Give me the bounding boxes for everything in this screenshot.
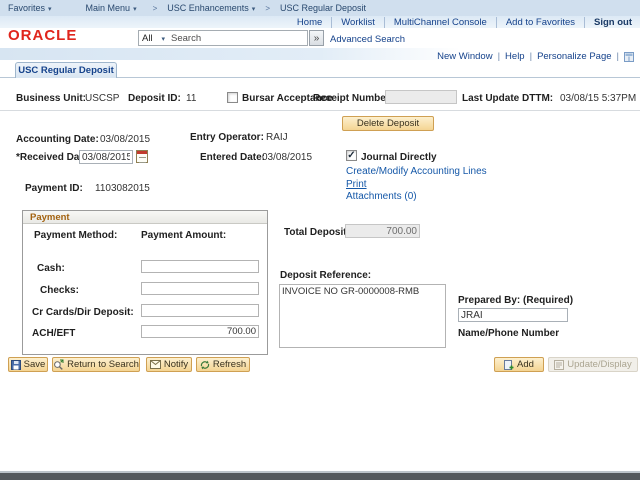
tab-usc-regular-deposit[interactable]: USC Regular Deposit — [15, 62, 117, 78]
delete-deposit-label: Delete Deposit — [356, 118, 420, 129]
deposit-id-value: 11 — [186, 93, 197, 104]
search-go-button[interactable] — [309, 30, 324, 46]
checks-label: Checks: — [40, 285, 79, 296]
name-phone-number-label: Name/Phone Number — [458, 328, 560, 339]
bottom-bar — [0, 473, 640, 480]
refresh-label: Refresh — [212, 359, 247, 370]
delete-deposit-button[interactable]: Delete Deposit — [342, 116, 434, 131]
payment-id-label: Payment ID: — [25, 183, 83, 194]
total-deposit-input — [345, 224, 420, 238]
breadcrumb-separator-icon — [153, 3, 158, 13]
bursar-acceptance-checkbox[interactable] — [227, 92, 238, 103]
chevron-down-icon — [249, 3, 256, 13]
notify-icon — [149, 360, 161, 369]
accounting-date-value: 03/08/2015 — [100, 134, 151, 145]
accounting-date-label: Accounting Date: — [16, 134, 99, 145]
cr-cards-dir-deposit-amount-input[interactable] — [141, 304, 259, 317]
ach-eft-label: ACH/EFT — [32, 328, 76, 339]
add-icon — [504, 359, 514, 370]
cr-cards-dir-deposit-label: Cr Cards/Dir Deposit: — [32, 307, 134, 318]
receipt-number-label: Receipt Number — [313, 93, 390, 104]
pipe-separator: | — [529, 51, 533, 62]
pipe-separator: | — [497, 51, 501, 62]
notify-label: Notify — [163, 359, 189, 370]
worklist-link[interactable]: Worklist — [331, 17, 375, 28]
breadcrumb-item-usc-enhancements[interactable]: USC Enhancements — [167, 3, 249, 13]
notify-button[interactable]: Notify — [146, 357, 192, 372]
update-display-icon — [554, 359, 565, 370]
add-label: Add — [517, 359, 534, 370]
update-display-label: Update/Display — [567, 359, 632, 370]
business-unit-value: USCSP — [85, 93, 120, 104]
entered-date-label: Entered Date: — [200, 152, 266, 163]
payment-group-title: Payment — [30, 211, 70, 223]
help-link[interactable]: Help — [505, 51, 525, 62]
pipe-separator: | — [616, 51, 619, 62]
prepared-by-input[interactable] — [458, 308, 568, 322]
section-divider — [0, 110, 640, 111]
create-modify-accounting-lines-link[interactable]: Create/Modify Accounting Lines — [346, 166, 487, 177]
cash-amount-input[interactable] — [141, 260, 259, 273]
oracle-logo: ORACLE — [8, 27, 78, 44]
cash-label: Cash: — [37, 263, 65, 274]
receipt-number-input — [385, 90, 457, 104]
return-to-search-button[interactable]: Return to Search — [52, 357, 140, 372]
breadcrumb-item-favorites[interactable]: Favorites — [8, 3, 45, 13]
payment-group-header: Payment — [23, 211, 267, 224]
breadcrumb: Favorites Main Menu USC Enhancements USC… — [0, 0, 640, 16]
search-scope-value: All — [142, 32, 153, 44]
peoplesoft-page: Favorites Main Menu USC Enhancements USC… — [0, 0, 640, 480]
entry-operator-label: Entry Operator: — [190, 132, 264, 143]
add-to-favorites-link[interactable]: Add to Favorites — [495, 17, 575, 28]
entry-operator-value: RAIJ — [266, 132, 288, 143]
page-links: New Window | Help | Personalize Page | — [437, 51, 634, 62]
save-icon — [10, 359, 21, 370]
last-update-value: 03/08/15 5:37PM — [560, 93, 637, 104]
checks-amount-input[interactable] — [141, 282, 259, 295]
deposit-reference-textarea[interactable]: INVOICE NO GR-0000008-RMB — [279, 284, 446, 348]
ach-eft-amount-input[interactable] — [141, 325, 259, 338]
home-link[interactable]: Home — [297, 17, 322, 28]
payment-method-header: Payment Method: — [34, 230, 118, 241]
business-unit-label: Business Unit: — [16, 93, 87, 104]
payment-amount-header: Payment Amount: — [141, 230, 227, 241]
return-to-search-icon — [53, 359, 64, 370]
chevron-down-icon — [45, 3, 52, 13]
entered-date-value: 03/08/2015 — [262, 152, 313, 163]
new-window-link[interactable]: New Window — [437, 51, 492, 62]
multichannel-console-link[interactable]: MultiChannel Console — [383, 17, 487, 28]
print-link[interactable]: Print — [346, 179, 367, 190]
breadcrumb-item-main-menu[interactable]: Main Menu — [86, 3, 131, 13]
deposit-reference-label: Deposit Reference: — [280, 270, 372, 281]
breadcrumb-separator-icon — [265, 3, 270, 13]
search-input[interactable] — [168, 30, 308, 46]
add-button[interactable]: Add — [494, 357, 544, 372]
refresh-button[interactable]: Refresh — [196, 357, 250, 372]
deposit-id-label: Deposit ID: — [128, 93, 181, 104]
last-update-label: Last Update DTTM: — [462, 93, 554, 104]
save-button[interactable]: Save — [8, 357, 48, 372]
save-label: Save — [23, 359, 46, 370]
refresh-icon — [200, 360, 210, 370]
personalize-grid-icon[interactable] — [624, 51, 634, 62]
journal-directly-label: Journal Directly — [361, 152, 437, 163]
prepared-by-label: Prepared By: (Required) — [458, 295, 574, 306]
payment-id-value: 1103082015 — [95, 183, 150, 194]
total-deposit-label: Total Deposit: — [284, 227, 350, 238]
advanced-search-link[interactable]: Advanced Search — [330, 34, 405, 45]
breadcrumb-item-current: USC Regular Deposit — [279, 3, 367, 13]
update-display-button: Update/Display — [548, 357, 638, 372]
return-to-search-label: Return to Search — [67, 359, 139, 370]
search-scope-dropdown[interactable]: All — [138, 30, 169, 46]
calendar-icon[interactable] — [136, 150, 148, 163]
payment-group-box: Payment Payment Method: Payment Amount: … — [22, 210, 268, 355]
journal-directly-checkbox[interactable] — [346, 150, 357, 161]
personalize-page-link[interactable]: Personalize Page — [537, 51, 611, 62]
header-links: Home Worklist MultiChannel Console Add t… — [297, 17, 632, 28]
sign-out-link[interactable]: Sign out — [584, 17, 632, 28]
chevron-down-icon — [158, 33, 165, 44]
attachments-link[interactable]: Attachments (0) — [346, 191, 417, 202]
received-date-input[interactable] — [79, 150, 133, 164]
chevron-down-icon — [130, 3, 137, 13]
